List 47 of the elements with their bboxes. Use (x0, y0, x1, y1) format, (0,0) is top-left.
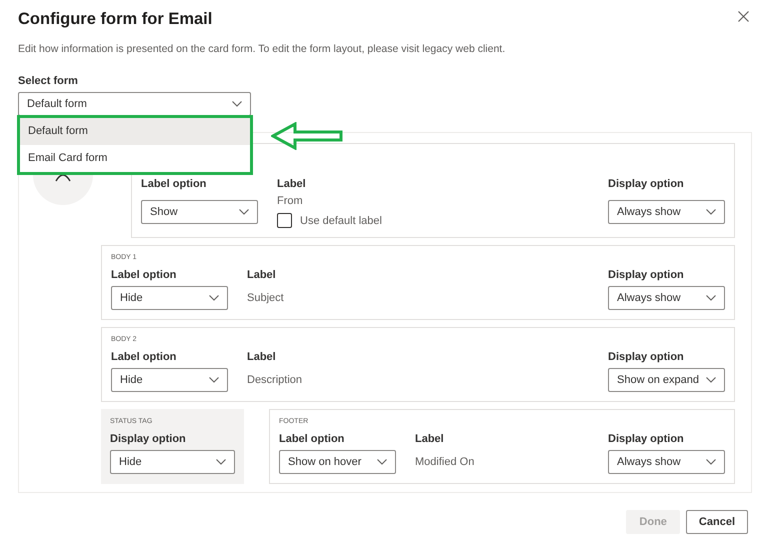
dropdown[interactable]: Always show (608, 200, 725, 224)
field-label: Display option (110, 433, 187, 445)
cancel-button[interactable]: Cancel (686, 510, 748, 534)
checkbox[interactable] (277, 213, 292, 228)
chevron-icon (232, 101, 242, 107)
label-value: Description (247, 374, 304, 386)
field-label: Label (277, 178, 307, 190)
field-label: Label option (141, 178, 208, 190)
chevron-icon (706, 208, 716, 214)
field-label: Label (247, 351, 277, 363)
menu-option[interactable]: Default form (20, 118, 250, 145)
chevron-icon (377, 459, 387, 465)
field-label: Label option (111, 351, 178, 363)
field-label: Label (415, 433, 445, 445)
chevron-icon (706, 459, 716, 465)
chevron-icon (239, 208, 249, 214)
chevron-icon (209, 295, 219, 301)
select-form-dropdown[interactable]: Default form (18, 92, 251, 116)
checkbox-label: Use default label (300, 214, 382, 226)
dropdown[interactable]: Show (141, 200, 258, 224)
chevron-icon (209, 377, 219, 383)
field-label: Display option (608, 178, 685, 190)
chevron-icon (706, 295, 716, 301)
dialog-title: Configure form for Email (18, 10, 212, 29)
field-label: Display option (608, 269, 685, 281)
arrow-icon (271, 122, 343, 150)
field-label: Select form (18, 75, 79, 87)
field-label: Label option (111, 269, 178, 281)
field-label: Label option (279, 433, 346, 445)
description-text: Edit how information is presented on the card form. To edit the form layout, please visit legacy web client. (18, 43, 506, 55)
dropdown[interactable]: Hide (111, 286, 228, 310)
chevron-icon (216, 459, 226, 465)
dropdown[interactable]: Hide (110, 450, 235, 474)
dropdown[interactable]: Show on hover (279, 450, 396, 474)
label-value: Modified On (415, 456, 476, 468)
menu-option[interactable]: Email Card form (20, 145, 250, 172)
label-value: From (277, 195, 304, 207)
dropdown[interactable]: Show on expand (608, 368, 725, 392)
field-label: Display option (608, 433, 685, 445)
label-value: Subject (247, 292, 285, 304)
field-label: Label (247, 269, 277, 281)
dropdown[interactable]: Always show (608, 286, 725, 310)
field-label: Display option (608, 351, 685, 363)
close-icon[interactable] (738, 11, 749, 22)
dropdown[interactable]: Always show (608, 450, 725, 474)
dropdown[interactable]: Hide (111, 368, 228, 392)
chevron-icon (706, 377, 716, 383)
